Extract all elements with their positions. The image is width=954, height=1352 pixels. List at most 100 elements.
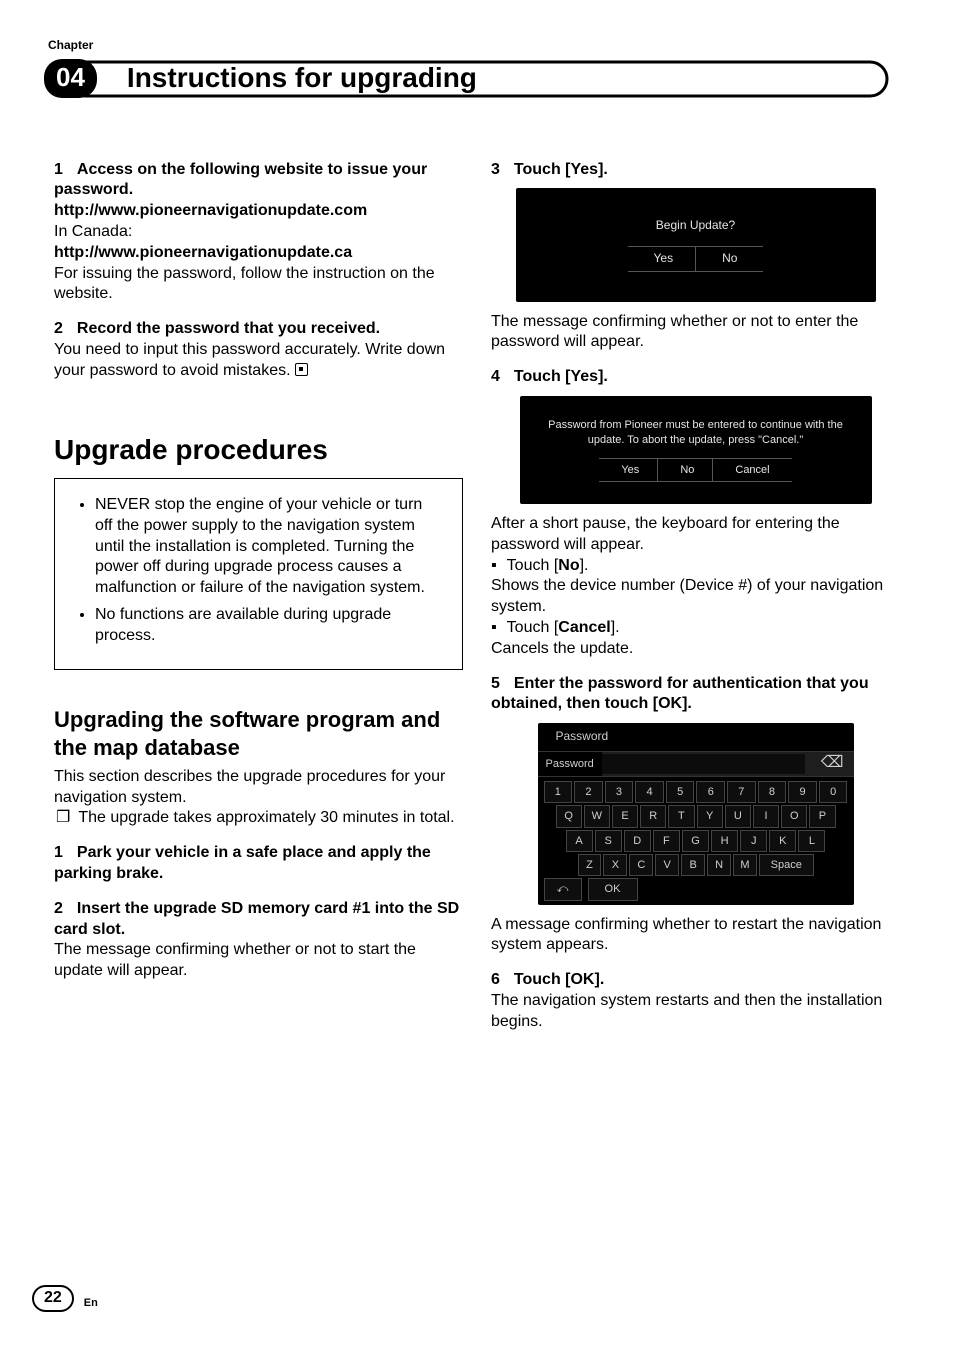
keyboard-key[interactable]: 1 [544, 781, 573, 803]
dialog-buttons: YesNo [538, 246, 854, 272]
keyboard-key[interactable]: 9 [788, 781, 817, 803]
keyboard-title: Password [538, 723, 854, 751]
proc-step-2-body: The message confirming whether or not to… [54, 940, 463, 982]
keyboard-key[interactable]: S [595, 830, 622, 852]
subsection-title: Upgrading the software program and the m… [54, 706, 463, 763]
bullet-cancel: ▪ Touch [Cancel]. [491, 618, 900, 639]
keyboard-key[interactable]: 2 [574, 781, 603, 803]
keyboard-key[interactable]: T [668, 805, 694, 827]
password-label: Password [538, 752, 602, 776]
yes-button[interactable]: Yes [599, 458, 661, 482]
keyboard-row: ⤺ OK [544, 878, 848, 900]
keyboard-row: ASDFGHJKL [544, 830, 848, 852]
dialog-message: Begin Update? [538, 218, 854, 234]
keyboard-row: QWERTYUIOP [544, 805, 848, 827]
page-header: 04 Instructions for upgrading [54, 58, 900, 100]
bullet-no: ▪ Touch [No]. [491, 556, 900, 577]
right-column: 3Touch [Yes]. Begin Update? YesNo The me… [491, 160, 900, 1033]
language-code: En [84, 1296, 98, 1310]
keyboard-key[interactable]: U [725, 805, 751, 827]
no-button[interactable]: No [657, 458, 716, 482]
note: ❐ The upgrade takes approximately 30 min… [54, 808, 463, 829]
keyboard-key[interactable]: L [798, 830, 825, 852]
proc-step-4-body: After a short pause, the keyboard for en… [491, 514, 900, 556]
step-1-heading: 1Access on the following website to issu… [54, 160, 463, 202]
keyboard-key[interactable]: Q [556, 805, 582, 827]
keyboard-key[interactable]: 0 [819, 781, 848, 803]
proc-step-5: 5Enter the password for authentication t… [491, 674, 900, 716]
keyboard-key[interactable]: 8 [758, 781, 787, 803]
caution-item: NEVER stop the engine of your vehicle or… [95, 495, 444, 599]
keyboard-key[interactable]: N [707, 854, 731, 876]
keyboard-key[interactable]: Z [578, 854, 602, 876]
keyboard-key[interactable]: W [584, 805, 610, 827]
proc-step-1: 1Park your vehicle in a safe place and a… [54, 843, 463, 885]
keyboard-key[interactable]: G [682, 830, 709, 852]
proc-step-6: 6Touch [OK]. [491, 970, 900, 991]
keyboard-key[interactable]: A [566, 830, 593, 852]
back-key[interactable]: ⤺ [544, 878, 582, 900]
square-bullet-icon: ▪ [491, 618, 497, 639]
screenshot-keyboard: Password Password ⌫ 1234567890 QWERTYUIO… [538, 723, 854, 904]
space-key[interactable]: Space [759, 854, 814, 876]
keyboard-key[interactable]: 3 [605, 781, 634, 803]
keyboard-key[interactable]: H [711, 830, 738, 852]
chapter-label: Chapter [48, 38, 900, 54]
keyboard-key[interactable]: C [629, 854, 653, 876]
keyboard-key[interactable]: J [740, 830, 767, 852]
cancel-button[interactable]: Cancel [712, 458, 791, 482]
dialog-message: Password from Pioneer must be entered to… [538, 418, 854, 448]
keyboard-key[interactable]: 4 [635, 781, 664, 803]
bullet-cancel-body: Cancels the update. [491, 639, 900, 660]
keyboard-key[interactable]: 7 [727, 781, 756, 803]
keyboard-row: 1234567890 [544, 781, 848, 803]
keyboard-key[interactable]: E [612, 805, 638, 827]
page-number: 22 [32, 1285, 74, 1312]
subsection-body: This section describes the upgrade proce… [54, 767, 463, 809]
keyboard-key[interactable]: I [753, 805, 779, 827]
section-upgrade-procedures: Upgrade procedures [54, 432, 463, 468]
keyboard-key[interactable]: R [640, 805, 666, 827]
no-button[interactable]: No [695, 246, 763, 272]
ok-key[interactable]: OK [588, 878, 638, 900]
password-input[interactable] [602, 754, 805, 774]
keyboard-key[interactable]: M [733, 854, 757, 876]
keyboard-row: ZXCVBNMSpace [544, 854, 848, 876]
note-icon: ❐ [56, 808, 70, 829]
keyboard-key[interactable]: F [653, 830, 680, 852]
proc-step-3-body: The message confirming whether or not to… [491, 312, 900, 354]
caution-box: NEVER stop the engine of your vehicle or… [54, 478, 463, 670]
step-2-body: You need to input this password accurate… [54, 340, 463, 382]
keyboard-key[interactable]: B [681, 854, 705, 876]
keyboard-key[interactable]: K [769, 830, 796, 852]
keyboard-key[interactable]: 5 [666, 781, 695, 803]
bullet-no-body: Shows the device number (Device #) of yo… [491, 576, 900, 618]
dialog-buttons: YesNoCancel [538, 458, 854, 482]
square-bullet-icon: ▪ [491, 556, 497, 577]
keyboard-key[interactable]: 6 [696, 781, 725, 803]
proc-step-6-body: The navigation system restarts and then … [491, 991, 900, 1033]
proc-step-2: 2Insert the upgrade SD memory card #1 in… [54, 899, 463, 941]
keyboard-key[interactable]: Y [697, 805, 723, 827]
screenshot-begin-update: Begin Update? YesNo [516, 188, 876, 301]
url-ca: http://www.pioneernavigationupdate.ca [54, 243, 463, 264]
screenshot-password-prompt: Password from Pioneer must be entered to… [520, 396, 872, 504]
password-field-row: Password ⌫ [538, 751, 854, 777]
proc-step-3: 3Touch [Yes]. [491, 160, 900, 181]
keyboard-key[interactable]: D [624, 830, 651, 852]
chapter-number: 04 [44, 59, 97, 99]
canada-label: In Canada: [54, 222, 463, 243]
keyboard-key[interactable]: O [781, 805, 807, 827]
url-us: http://www.pioneernavigationupdate.com [54, 201, 463, 222]
proc-step-4: 4Touch [Yes]. [491, 367, 900, 388]
yes-button[interactable]: Yes [628, 246, 700, 272]
keyboard-key[interactable]: X [603, 854, 627, 876]
backspace-icon[interactable]: ⌫ [811, 753, 854, 774]
caution-item: No functions are available during upgrad… [95, 605, 444, 647]
page-footer: 22 En [32, 1285, 98, 1312]
keyboard-key[interactable]: V [655, 854, 679, 876]
keyboard-key[interactable]: P [809, 805, 835, 827]
end-mark-icon [295, 363, 308, 376]
step-2-heading: 2Record the password that you received. [54, 319, 463, 340]
left-column: 1Access on the following website to issu… [54, 160, 463, 1033]
